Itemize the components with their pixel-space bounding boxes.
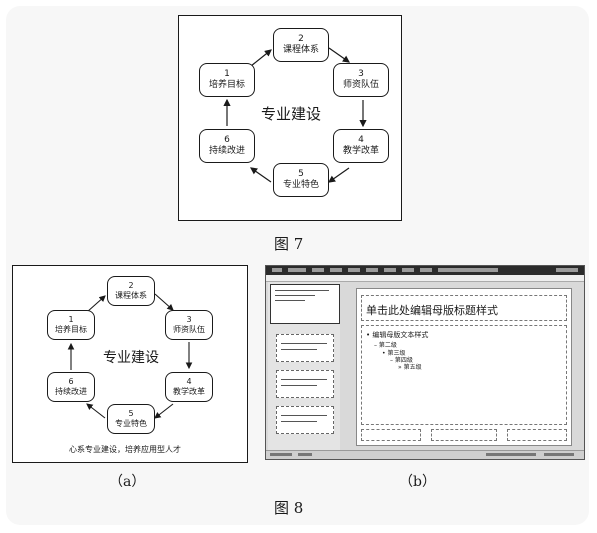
body-level-5: » 第五级 [398, 364, 422, 371]
figure-8a-label: （a） [109, 474, 146, 490]
cycle-node-6: 6 持续改进 [47, 372, 95, 402]
node-number: 6 [224, 134, 230, 145]
arrow-4-to-5 [154, 403, 174, 419]
node-number: 4 [186, 377, 192, 386]
arrow-4-to-5 [328, 167, 350, 183]
cycle-node-5: 5 专业特色 [107, 404, 155, 434]
figure-7-caption: 图 7 [274, 235, 304, 253]
node-label: 师资队伍 [342, 80, 379, 90]
cycle-center-label: 专业建设 [103, 350, 159, 366]
title-placeholder: 单击此处编辑母版标题样式 [361, 295, 567, 321]
body-level-1: • 编辑母版文本样式 [366, 331, 429, 339]
cycle-node-3: 3 师资队伍 [333, 63, 389, 97]
cycle-node-4: 4 教学改革 [333, 129, 389, 163]
node-label: 课程体系 [115, 291, 147, 300]
node-number: 1 [224, 68, 230, 79]
cycle-node-1: 1 培养目标 [47, 310, 95, 340]
cycle-node-2: 2 课程体系 [273, 28, 329, 62]
slide-thumbnail [276, 406, 334, 434]
node-number: 5 [298, 168, 304, 179]
footer-placeholder [431, 429, 497, 441]
node-label: 培养目标 [208, 80, 245, 90]
arrow-5-to-6 [250, 167, 272, 183]
arrow-2-to-3 [328, 47, 350, 63]
figure-8b-slide-master-screenshot: 单击此处编辑母版标题样式 • 编辑母版文本样式 – 第二级 • 第三级 – 第四… [265, 265, 585, 460]
toolbar [266, 275, 584, 282]
figure-8a-cycle-diagram: 2 课程体系 1 培养目标 3 师资队伍 专业建设 6 持续改进 4 教学改革 … [12, 265, 248, 463]
node-label: 专业特色 [115, 419, 147, 428]
cycle-node-2: 2 课程体系 [107, 276, 155, 306]
cycle-node-3: 3 师资队伍 [165, 310, 213, 340]
footer-placeholder [361, 429, 421, 441]
cycle-node-1: 1 培养目标 [199, 63, 255, 97]
node-label: 持续改进 [55, 387, 87, 396]
node-number: 1 [68, 315, 74, 324]
cycle-center-label: 专业建设 [261, 105, 322, 123]
node-number: 2 [128, 281, 134, 290]
ribbon-tabs [266, 266, 584, 275]
body-placeholder: • 编辑母版文本样式 – 第二级 • 第三级 – 第四级 » 第五级 [361, 325, 567, 425]
arrow-5-to-6 [86, 403, 106, 419]
node-label: 专业特色 [282, 180, 319, 190]
figure-8a-subtitle: 心系专业建设，培养应用型人才 [69, 445, 181, 454]
node-label: 师资队伍 [173, 325, 205, 334]
cycle-node-6: 6 持续改进 [199, 129, 255, 163]
slide-thumbnail-pane [268, 282, 340, 451]
arrow-2-to-3 [154, 293, 174, 311]
status-bar [266, 450, 584, 459]
figure-8-caption: 图 8 [274, 499, 304, 517]
node-label: 持续改进 [208, 146, 245, 156]
node-label: 教学改革 [342, 146, 379, 156]
footer-placeholder [507, 429, 567, 441]
cycle-node-5: 5 专业特色 [273, 163, 329, 197]
figure-8b-label: （b） [399, 474, 436, 490]
node-number: 3 [358, 68, 364, 79]
node-number: 4 [358, 134, 364, 145]
node-number: 6 [68, 377, 74, 386]
arrow-1-to-2 [250, 49, 272, 67]
node-label: 课程体系 [282, 45, 319, 55]
slide-thumbnail-master [270, 284, 340, 324]
slide-thumbnail [276, 334, 334, 362]
node-number: 5 [128, 409, 134, 418]
node-number: 2 [298, 33, 304, 44]
figure-7-cycle-diagram: 2 课程体系 1 培养目标 3 师资队伍 专业建设 6 持续改进 4 教学改革 … [178, 15, 402, 221]
node-label: 教学改革 [173, 387, 205, 396]
slide-thumbnail [276, 370, 334, 398]
slide-master-canvas: 单击此处编辑母版标题样式 • 编辑母版文本样式 – 第二级 • 第三级 – 第四… [356, 288, 572, 446]
cycle-node-4: 4 教学改革 [165, 372, 213, 402]
node-label: 培养目标 [55, 325, 87, 334]
master-title-text: 单击此处编辑母版标题样式 [366, 304, 498, 317]
node-number: 3 [186, 315, 192, 324]
